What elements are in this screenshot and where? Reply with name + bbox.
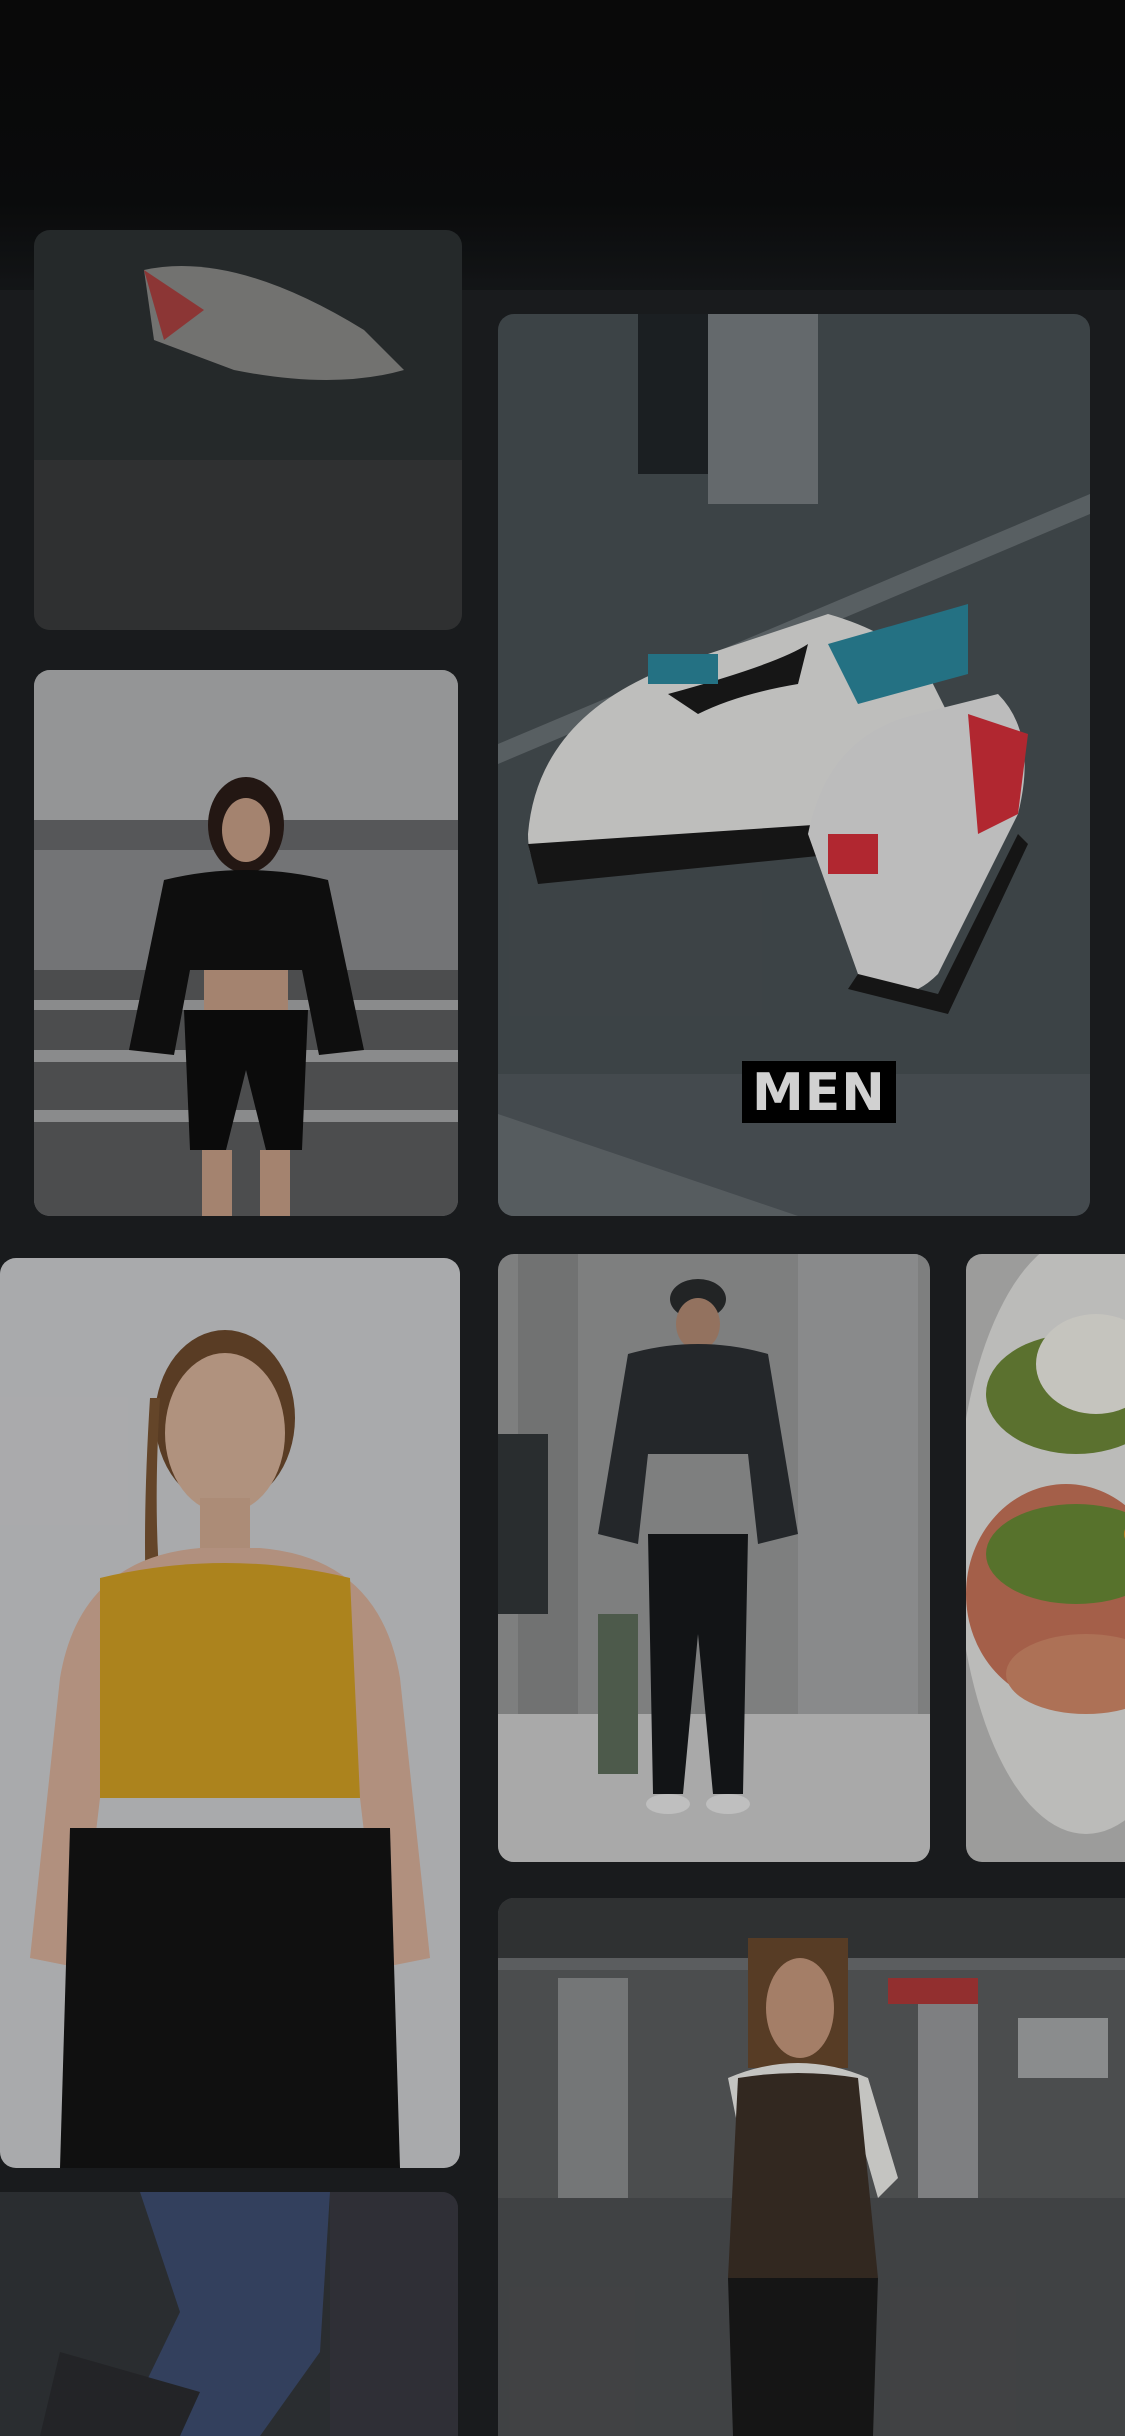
yellow-crop-top-image [0,1258,460,2168]
jeans-image [0,2192,458,2436]
men-tracksuit-image [498,1254,930,1862]
women-outfit-image [34,670,458,1216]
food-image [966,1254,1125,1862]
sneaker-detail-tile[interactable] [34,230,462,630]
parking-garage-woman-tile[interactable] [498,1898,1125,2436]
jeans-tile[interactable] [0,2192,458,2436]
parking-garage-woman-image [498,1898,1125,2436]
yellow-crop-top-tile[interactable] [0,1258,460,2168]
men-badge: MEN [742,1061,896,1123]
women-outfit-tile[interactable] [34,670,458,1216]
food-tile[interactable] [966,1254,1125,1862]
men-tracksuit-tile[interactable] [498,1254,930,1862]
sneaker-detail-image [34,230,462,630]
men-sneakers-tile[interactable]: MEN [498,314,1090,1216]
